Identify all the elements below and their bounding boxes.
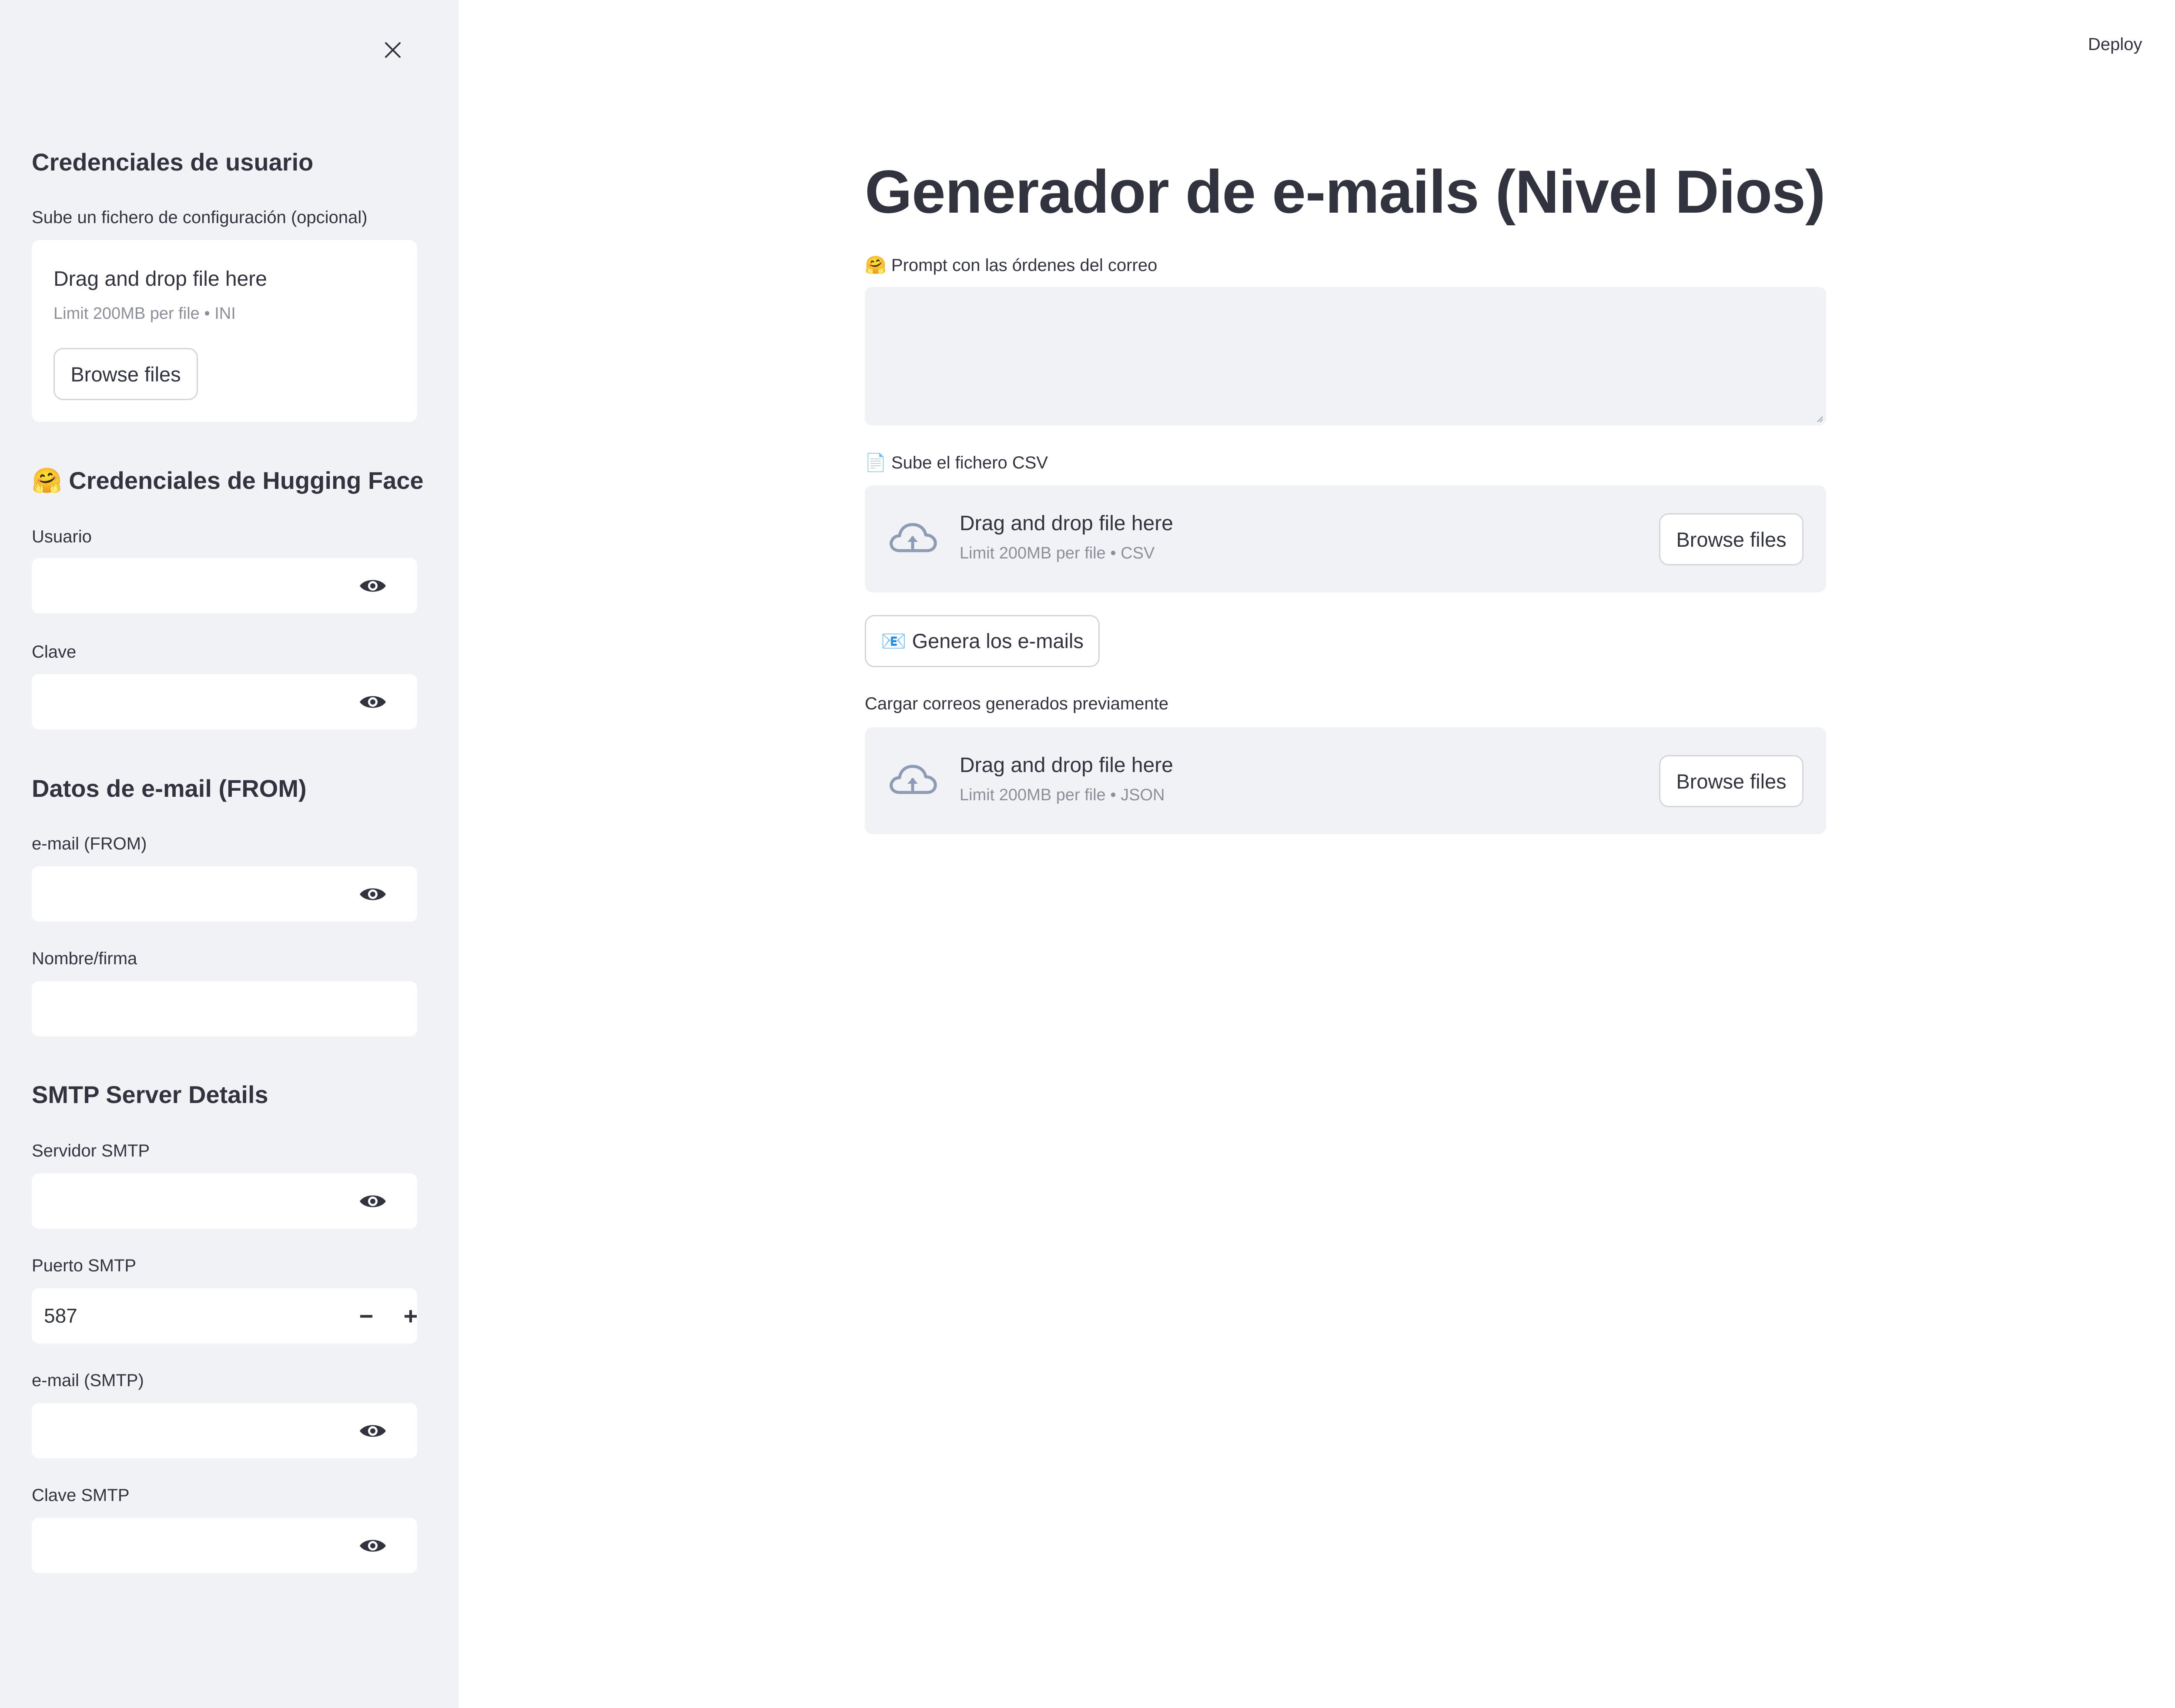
json-limit-text: Limit 200MB per file • JSON (960, 786, 1165, 804)
nombre-label: Nombre/firma (32, 949, 137, 968)
json-browse-button[interactable]: Browse files (1659, 755, 1804, 807)
load-emails-label: Cargar correos generados previamente (865, 694, 1169, 713)
puerto-smtp-value[interactable]: 587 (44, 1304, 77, 1327)
section-title-user-credentials: Credenciales de usuario (32, 148, 314, 176)
csv-dropzone[interactable]: Drag and drop file here Limit 200MB per … (865, 485, 1826, 592)
config-file-uploader[interactable]: Drag and drop file here Limit 200MB per … (32, 240, 417, 422)
csv-limit-text: Limit 200MB per file • CSV (960, 544, 1155, 562)
config-drop-text: Drag and drop file here (54, 267, 267, 291)
email-smtp-input[interactable] (32, 1403, 417, 1458)
email-from-input[interactable] (32, 866, 417, 922)
prompt-label: 🤗 Prompt con las órdenes del correo (865, 256, 1158, 275)
clave-smtp-label: Clave SMTP (32, 1486, 130, 1505)
close-sidebar-button[interactable] (378, 35, 408, 65)
eye-icon[interactable] (359, 693, 387, 711)
puerto-smtp-stepper[interactable]: 587 − + (32, 1288, 418, 1344)
section-title-hugging-face: 🤗 Credenciales de Hugging Face (32, 467, 424, 494)
prompt-textarea[interactable] (865, 287, 1826, 425)
csv-drop-text: Drag and drop file here (960, 512, 1173, 535)
decrement-button[interactable]: − (351, 1300, 381, 1331)
servidor-smtp-label: Servidor SMTP (32, 1141, 150, 1160)
cloud-upload-icon (890, 523, 937, 552)
eye-icon[interactable] (359, 577, 387, 595)
config-upload-label: Sube un fichero de configuración (opcion… (32, 208, 368, 227)
json-drop-text: Drag and drop file here (960, 754, 1173, 777)
kebab-menu-icon[interactable] (2172, 34, 2175, 60)
eye-icon[interactable] (359, 885, 387, 903)
section-title-email-from: Datos de e-mail (FROM) (32, 775, 307, 802)
clave-smtp-input[interactable] (32, 1518, 417, 1573)
close-icon (385, 42, 401, 58)
eye-icon[interactable] (359, 1192, 387, 1210)
eye-icon[interactable] (359, 1422, 387, 1440)
usuario-input[interactable] (32, 558, 417, 613)
csv-label: 📄 Sube el fichero CSV (865, 453, 1048, 472)
config-browse-button[interactable]: Browse files (54, 348, 198, 400)
clave-label: Clave (32, 642, 77, 662)
email-smtp-label: e-mail (SMTP) (32, 1371, 144, 1390)
generate-emails-button[interactable]: 📧 Genera los e-mails (865, 615, 1100, 667)
csv-browse-button[interactable]: Browse files (1659, 513, 1804, 565)
cloud-upload-icon (890, 765, 937, 794)
sidebar: Credenciales de usuario Sube un fichero … (0, 0, 458, 1708)
clave-input[interactable] (32, 674, 417, 729)
nombre-firma-input[interactable] (32, 981, 417, 1036)
json-dropzone[interactable]: Drag and drop file here Limit 200MB per … (865, 727, 1826, 834)
page-title: Generador de e-mails (Nivel Dios) (865, 157, 1826, 226)
section-title-smtp: SMTP Server Details (32, 1081, 268, 1108)
config-limit-text: Limit 200MB per file • INI (54, 304, 236, 323)
eye-icon[interactable] (359, 1537, 387, 1555)
usuario-label: Usuario (32, 527, 92, 546)
servidor-smtp-input[interactable] (32, 1173, 417, 1229)
deploy-button[interactable]: Deploy (2088, 35, 2142, 54)
resize-handle-icon[interactable] (1814, 413, 1824, 423)
puerto-smtp-label: Puerto SMTP (32, 1256, 137, 1275)
email-from-label: e-mail (FROM) (32, 834, 147, 853)
increment-button[interactable]: + (395, 1300, 426, 1331)
